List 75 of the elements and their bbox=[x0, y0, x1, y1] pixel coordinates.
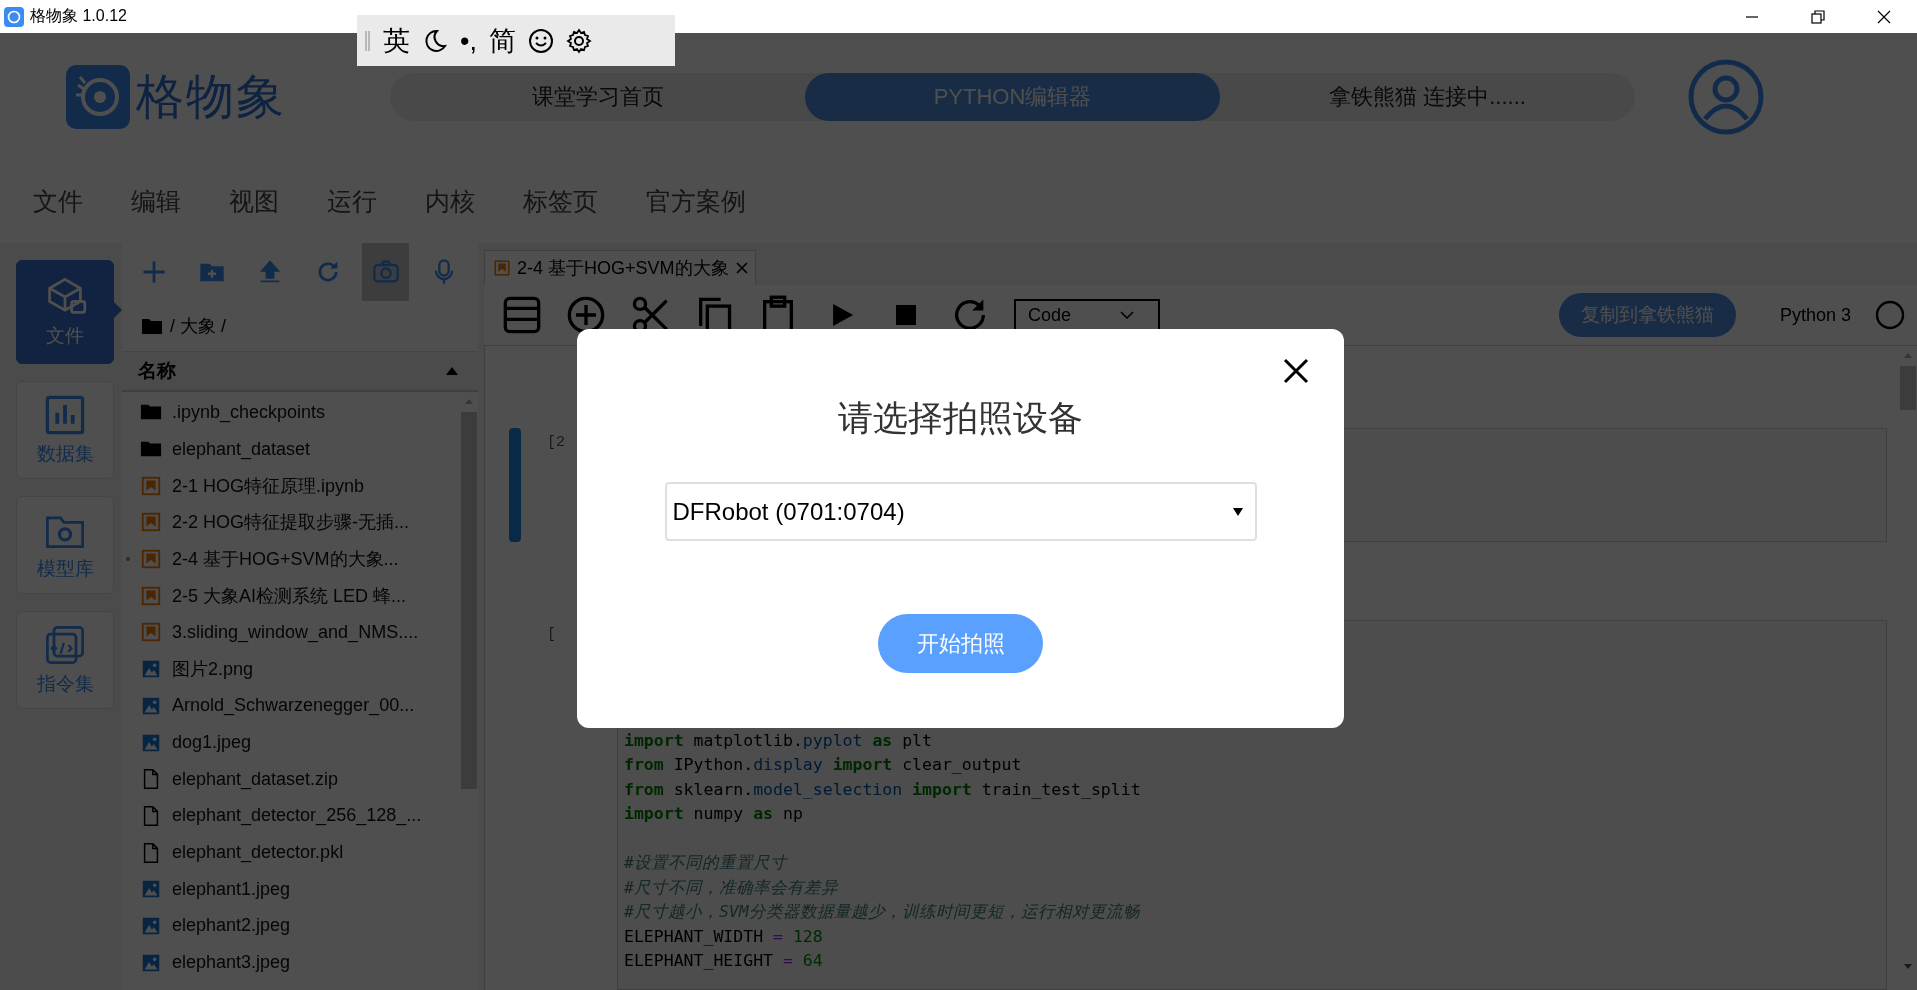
nav-tab[interactable]: 课堂学习首页 bbox=[390, 72, 805, 121]
gear-icon[interactable] bbox=[565, 27, 592, 54]
dropdown-arrow-icon bbox=[1232, 507, 1243, 516]
close-icon[interactable] bbox=[1877, 9, 1891, 24]
bar-chart-icon bbox=[43, 393, 87, 437]
menu-item[interactable]: 编辑 bbox=[131, 185, 181, 218]
code-line: ELEPHANT_HEIGHT = 64 bbox=[624, 950, 824, 973]
path-breadcrumb[interactable]: / 大象 / bbox=[170, 314, 226, 338]
code-line: import matplotlib.pyplot as plt bbox=[624, 729, 933, 752]
drag-handle-icon bbox=[365, 29, 371, 52]
notebook-icon bbox=[140, 621, 162, 644]
code-line: #尺寸越小，SVM分类器数据量越少，训练时间更短，运行相对更流畅 bbox=[624, 901, 1141, 924]
camera-icon bbox=[371, 258, 400, 286]
notebook-icon bbox=[493, 259, 511, 277]
file-row[interactable]: Arnold_Schwarzenegger_00... bbox=[122, 687, 460, 725]
notebook-icon bbox=[140, 584, 162, 607]
smiley-icon[interactable] bbox=[527, 27, 554, 54]
start-capture-button[interactable]: 开始拍照 bbox=[878, 614, 1043, 673]
script-toggle[interactable]: 简 bbox=[488, 25, 516, 56]
app-icon bbox=[4, 6, 24, 27]
save-icon[interactable] bbox=[502, 295, 542, 335]
logo-text: 格物象 bbox=[136, 68, 286, 125]
menu-item[interactable]: 文件 bbox=[33, 185, 83, 218]
device-select[interactable]: DFRobot (0701:0704) bbox=[664, 482, 1257, 541]
column-header[interactable]: 名称 bbox=[122, 351, 478, 392]
file-row[interactable]: elephant_dataset bbox=[122, 430, 460, 468]
menu-item[interactable]: 官方案例 bbox=[646, 185, 746, 218]
file-row[interactable]: elephant_dataset.zip bbox=[122, 760, 460, 798]
notebook-icon bbox=[140, 511, 162, 534]
sort-ascending-icon bbox=[446, 367, 458, 375]
file-row[interactable]: 3.sliding_window_and_NMS.... bbox=[122, 614, 460, 651]
file-row[interactable]: .ipynb_checkpoints bbox=[122, 394, 460, 431]
code-line: ELEPHANT_WIDTH = 128 bbox=[624, 925, 824, 948]
sidebar-item[interactable]: 数据集 bbox=[16, 381, 114, 479]
window-title: 格物象 1.0.12 bbox=[30, 6, 127, 26]
dialog-title: 请选择拍照设备 bbox=[838, 397, 1083, 439]
code-line: import numpy as np bbox=[624, 803, 804, 826]
kernel-name: Python 3 bbox=[1779, 304, 1851, 326]
menu-item[interactable]: 视图 bbox=[229, 185, 279, 218]
notebook-icon bbox=[140, 548, 162, 571]
punctuation-toggle[interactable]: •, bbox=[460, 25, 477, 56]
file-row[interactable]: 2-5 大象AI检测系统 LED 蜂... bbox=[122, 577, 460, 615]
sidebar-item[interactable]: 模型库 bbox=[16, 496, 114, 594]
folder-icon bbox=[142, 318, 162, 334]
file-row[interactable]: dog1.jpeg bbox=[122, 724, 460, 761]
cell-prompt: [ bbox=[547, 624, 557, 645]
file-row[interactable]: 图片2.png bbox=[122, 650, 460, 688]
chevron-down-icon bbox=[1120, 311, 1134, 319]
close-icon[interactable] bbox=[1283, 358, 1309, 384]
file-row[interactable]: elephant_detector_256_128_... bbox=[122, 797, 460, 835]
add-circle-icon[interactable] bbox=[566, 295, 606, 335]
moon-icon[interactable] bbox=[422, 27, 448, 54]
file-row[interactable]: elephant3.jpeg bbox=[122, 944, 460, 981]
code-line: from IPython.display import clear_output bbox=[624, 754, 1023, 777]
file-row[interactable]: 2-4 基于HOG+SVM的大象... bbox=[122, 540, 460, 578]
notebook-icon bbox=[140, 474, 162, 497]
file-row[interactable]: elephant2.jpeg bbox=[122, 907, 460, 945]
sidebar-item[interactable]: 指令集 bbox=[16, 611, 114, 709]
notebook-tab[interactable]: 2-4 基于HOG+SVM的大象 bbox=[484, 250, 756, 285]
menu-item[interactable]: 运行 bbox=[327, 185, 377, 218]
nav-tab[interactable]: 拿铁熊猫 连接中...... bbox=[1220, 72, 1635, 121]
code-line: #尺寸不同，准确率会有差异 bbox=[624, 876, 839, 899]
restore-icon[interactable] bbox=[1811, 9, 1825, 24]
menu-item[interactable]: 标签页 bbox=[523, 185, 598, 218]
code-window-icon bbox=[43, 623, 87, 667]
language-toggle[interactable]: 英 bbox=[383, 25, 410, 56]
logo-icon bbox=[66, 64, 130, 129]
column-title: 名称 bbox=[138, 359, 176, 383]
file-row[interactable]: elephant_detector.pkl bbox=[122, 834, 460, 871]
file-row[interactable]: 2-1 HOG特征原理.ipynb bbox=[122, 467, 460, 505]
menu-item[interactable]: 内核 bbox=[425, 185, 475, 218]
file-row[interactable]: elephant1.jpeg bbox=[122, 870, 460, 908]
code-line: #设置不同的重置尺寸 bbox=[624, 852, 789, 875]
file-row[interactable]: 2-2 HOG特征提取步骤-无插... bbox=[122, 504, 460, 541]
code-line: from sklearn.model_selection import train_test_split bbox=[624, 778, 1142, 801]
